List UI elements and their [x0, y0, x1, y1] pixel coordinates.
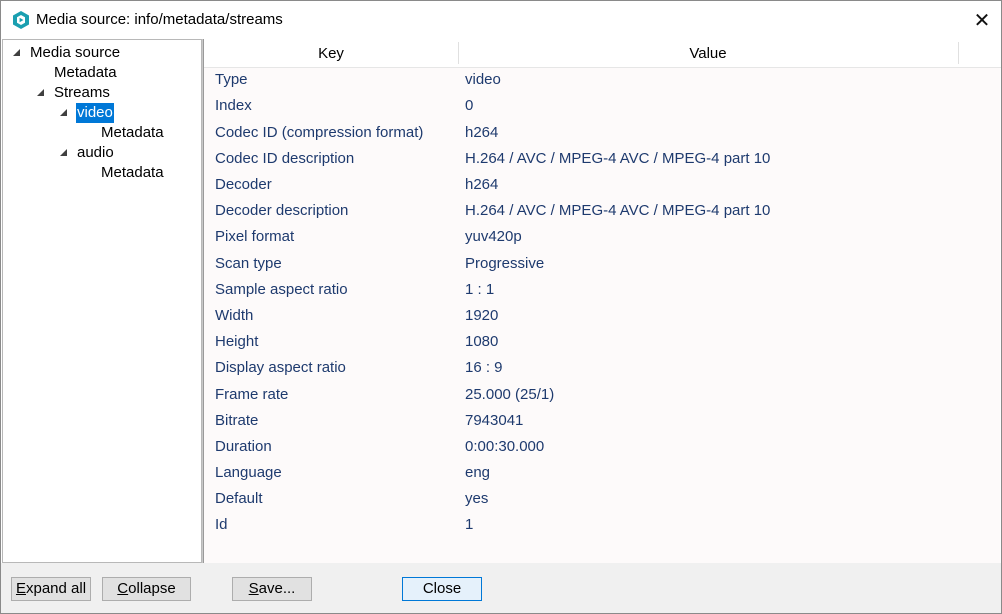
key-cell: Display aspect ratio: [215, 359, 346, 376]
table-row[interactable]: Frame rate 25.000 (25/1): [204, 382, 1001, 408]
key-cell: Language: [215, 464, 282, 481]
value-cell: eng: [465, 464, 491, 481]
properties-grid: Key Value Type video Index 0 Codec ID (com…: [203, 39, 1001, 563]
key-cell: Default: [215, 490, 263, 507]
table-row[interactable]: Index 0: [204, 93, 1001, 119]
grid-header: Key Value: [204, 39, 1001, 68]
value-cell: 1080: [465, 333, 499, 350]
key-cell: Type: [215, 71, 248, 88]
key-cell: Decoder: [215, 176, 272, 193]
table-row[interactable]: Width 1920: [204, 303, 1001, 329]
button-bar: Expand all Collapse Save... Close: [1, 563, 1001, 613]
tree-item-audio-metadata[interactable]: Metadata: [100, 163, 165, 183]
value-cell: H.264 / AVC / MPEG-4 AVC / MPEG-4 part 1…: [465, 150, 771, 167]
value-cell: 1920: [465, 307, 499, 324]
expand-triangle-icon[interactable]: [13, 49, 20, 56]
key-cell: Pixel format: [215, 228, 295, 245]
tree-item-audio[interactable]: audio: [76, 143, 115, 163]
tree-item-metadata[interactable]: Metadata: [53, 63, 118, 83]
value-cell: video: [465, 71, 501, 88]
key-cell: Codec ID (compression format): [215, 124, 424, 141]
title-bar: Media source: info/metadata/streams ✕: [1, 1, 1001, 39]
value-cell: yes: [465, 490, 489, 507]
column-header-key[interactable]: Key: [204, 39, 458, 67]
key-cell: Scan type: [215, 255, 282, 272]
value-cell: H.264 / AVC / MPEG-4 AVC / MPEG-4 part 1…: [465, 202, 771, 219]
table-row[interactable]: Sample aspect ratio 1 : 1: [204, 277, 1001, 303]
expand-triangle-icon[interactable]: [60, 109, 67, 116]
value-cell: yuv420p: [465, 228, 522, 245]
close-button[interactable]: Close: [402, 577, 482, 601]
expand-triangle-icon[interactable]: [37, 89, 44, 96]
table-row[interactable]: Codec ID (compression format) h264: [204, 120, 1001, 146]
table-row[interactable]: Language eng: [204, 460, 1001, 486]
value-cell: 1 : 1: [465, 281, 495, 298]
tree-item-media-source[interactable]: Media source: [29, 43, 121, 63]
value-cell: 16 : 9: [465, 359, 503, 376]
key-cell: Id: [215, 516, 228, 533]
table-row[interactable]: Codec ID description H.264 / AVC / MPEG-4…: [204, 146, 1001, 172]
column-header-value[interactable]: Value: [458, 39, 958, 67]
app-hexagon-icon: [13, 11, 29, 29]
value-cell: 1: [465, 516, 474, 533]
key-cell: Bitrate: [215, 412, 259, 429]
table-row[interactable]: Decoder description H.264 / AVC / MPEG-4 …: [204, 198, 1001, 224]
table-row[interactable]: Display aspect ratio 16 : 9: [204, 355, 1001, 381]
tree-item-video-metadata[interactable]: Metadata: [100, 123, 165, 143]
close-icon[interactable]: ✕: [967, 5, 997, 35]
value-cell: 7943041: [465, 412, 524, 429]
key-cell: Frame rate: [215, 386, 289, 403]
table-row[interactable]: Bitrate 7943041: [204, 408, 1001, 434]
value-cell: 0:00:30.000: [465, 438, 545, 455]
table-row[interactable]: Id 1: [204, 512, 1001, 538]
table-row[interactable]: Decoder h264: [204, 172, 1001, 198]
table-row[interactable]: Type video: [204, 67, 1001, 93]
media-source-dialog: Media source: info/metadata/streams ✕ Me…: [0, 0, 1002, 614]
column-divider[interactable]: [958, 42, 959, 64]
key-cell: Decoder description: [215, 202, 349, 219]
key-cell: Height: [215, 333, 259, 350]
value-cell: h264: [465, 176, 499, 193]
key-cell: Codec ID description: [215, 150, 355, 167]
value-cell: 25.000 (25/1): [465, 386, 555, 403]
window-title: Media source: info/metadata/streams: [36, 11, 283, 28]
key-cell: Width: [215, 307, 254, 324]
value-cell: 0: [465, 97, 474, 114]
table-row[interactable]: Pixel format yuv420p: [204, 224, 1001, 250]
expand-triangle-icon[interactable]: [60, 149, 67, 156]
collapse-button[interactable]: Collapse: [102, 577, 191, 601]
table-row[interactable]: Default yes: [204, 486, 1001, 512]
table-row[interactable]: Height 1080: [204, 329, 1001, 355]
key-cell: Sample aspect ratio: [215, 281, 348, 298]
key-cell: Index: [215, 97, 252, 114]
value-cell: Progressive: [465, 255, 545, 272]
key-cell: Duration: [215, 438, 272, 455]
table-row[interactable]: Scan type Progressive: [204, 251, 1001, 277]
expand-all-button[interactable]: Expand all: [11, 577, 91, 601]
tree-item-video[interactable]: video: [76, 103, 114, 123]
table-row[interactable]: Duration 0:00:30.000: [204, 434, 1001, 460]
save-button[interactable]: Save...: [232, 577, 312, 601]
tree-view[interactable]: Media source Metadata Streams video Meta…: [2, 39, 202, 563]
value-cell: h264: [465, 124, 499, 141]
tree-item-streams[interactable]: Streams: [53, 83, 111, 103]
